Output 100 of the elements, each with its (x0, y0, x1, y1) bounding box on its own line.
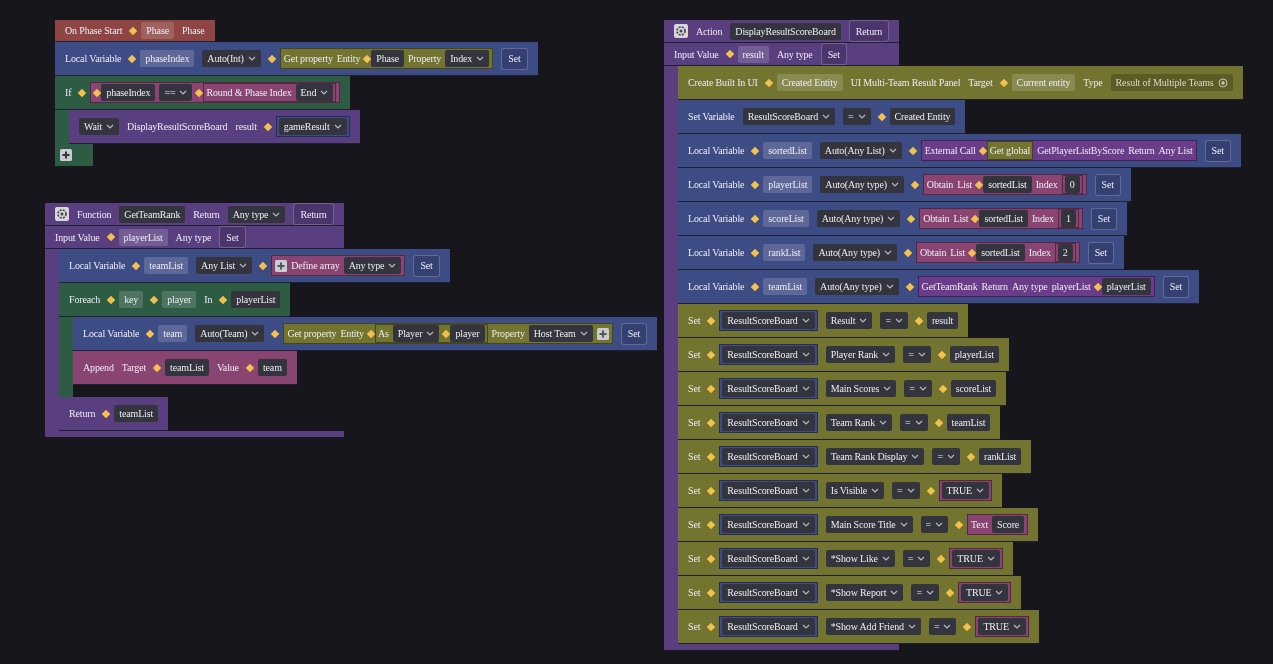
dropdown[interactable]: Auto(Team) (195, 325, 265, 342)
dropdown[interactable]: Auto(Int) (202, 50, 261, 67)
set-button[interactable]: Return (293, 203, 334, 225)
variable-field[interactable]: team (158, 325, 188, 342)
set-button[interactable]: Set (620, 322, 648, 345)
dropdown[interactable]: ResultScoreBoard (742, 108, 835, 125)
dropdown[interactable]: ResultScoreBoard (722, 618, 815, 635)
dropdown[interactable]: Any type (343, 257, 402, 274)
dropdown[interactable]: Auto(Any type) (815, 278, 899, 295)
dropdown[interactable]: = (902, 550, 931, 567)
set-button[interactable]: Set (1162, 275, 1190, 298)
dropdown[interactable]: ResultScoreBoard (722, 448, 815, 465)
dropdown[interactable]: TRUE (952, 550, 1000, 567)
value-field[interactable]: teamList (114, 405, 159, 422)
dropdown[interactable]: ResultScoreBoard (722, 380, 815, 397)
set-button[interactable]: Set (1090, 207, 1118, 230)
dropdown[interactable]: Result of Multiple Teams (1110, 74, 1233, 91)
value-field[interactable]: 2 (1057, 244, 1073, 261)
value-field[interactable]: sortedList (979, 210, 1028, 227)
dropdown[interactable]: = (900, 414, 928, 431)
dropdown[interactable]: *Show Add Friend (825, 618, 921, 635)
set-button[interactable]: Set (1087, 241, 1114, 264)
variable-field[interactable]: playerList (118, 228, 168, 246)
value-field[interactable]: Phase (371, 50, 404, 67)
dropdown[interactable]: = (911, 584, 939, 601)
set-button[interactable]: Set (501, 47, 528, 70)
dropdown[interactable]: Index (445, 50, 490, 67)
value-field[interactable]: player (450, 325, 485, 342)
value-field[interactable]: playerList (231, 291, 281, 308)
dropdown[interactable]: End (295, 84, 334, 101)
dropdown[interactable]: TRUE (960, 584, 1009, 601)
variable-field[interactable]: rankList (763, 244, 806, 261)
dropdown[interactable]: Main Score Title (825, 516, 913, 533)
dropdown[interactable]: ResultScoreBoard (722, 550, 815, 567)
dropdown[interactable]: TRUE (978, 618, 1026, 635)
dropdown[interactable]: gameResult (278, 118, 347, 135)
dropdown[interactable]: ResultScoreBoard (722, 312, 815, 329)
variable-field[interactable]: player (162, 291, 197, 308)
plus-icon[interactable] (596, 327, 609, 340)
dropdown[interactable]: Auto(Any List) (819, 142, 902, 159)
dropdown[interactable]: = (843, 108, 871, 125)
variable-field[interactable]: phaseIndex (140, 50, 195, 67)
variable-field[interactable]: scoreList (763, 210, 809, 227)
dropdown[interactable]: Host Team (528, 325, 593, 342)
dropdown[interactable]: Wait (79, 118, 120, 135)
value-field[interactable]: GetTeamRank (119, 205, 186, 223)
value-field[interactable]: Score (992, 516, 1025, 533)
dropdown[interactable]: Team Rank Display (825, 448, 925, 465)
gear-icon[interactable] (674, 24, 688, 38)
value-field[interactable]: Created Entity (889, 108, 956, 125)
value-field[interactable]: sortedList (983, 176, 1032, 193)
dropdown[interactable]: Main Scores (825, 380, 897, 397)
value-field[interactable]: sortedList (976, 244, 1025, 261)
value-field[interactable]: result (926, 312, 959, 329)
dropdown[interactable]: Any type (227, 205, 286, 223)
dropdown[interactable]: Player (392, 325, 440, 342)
set-button[interactable]: Set (413, 254, 440, 277)
value-field[interactable]: teamList (946, 414, 991, 431)
variable-field[interactable]: result (737, 45, 769, 63)
dropdown[interactable]: *Show Like (825, 550, 895, 567)
value-field[interactable]: teamList (165, 359, 209, 376)
variable-field[interactable]: sortedList (763, 142, 812, 159)
dropdown[interactable]: == (159, 84, 193, 101)
dropdown[interactable]: Is Visible (825, 482, 885, 499)
dropdown[interactable]: *Show Report (825, 584, 904, 601)
set-button[interactable]: Set (219, 226, 246, 248)
dropdown[interactable]: = (903, 346, 931, 363)
dropdown[interactable]: ResultScoreBoard (722, 346, 815, 363)
dropdown[interactable]: ResultScoreBoard (722, 482, 815, 499)
dropdown[interactable]: = (880, 312, 908, 329)
value-field[interactable]: phaseIndex (101, 84, 156, 101)
dropdown[interactable]: ResultScoreBoard (722, 516, 815, 533)
dropdown[interactable]: Auto(Any type) (820, 176, 904, 193)
dropdown[interactable]: = (920, 516, 949, 533)
value-field[interactable]: 1 (1060, 210, 1076, 227)
value-field[interactable]: team (257, 359, 287, 376)
dropdown[interactable]: Any List (196, 257, 253, 274)
plus-icon[interactable] (60, 149, 72, 161)
variable-field[interactable]: teamList (763, 278, 808, 295)
value-field[interactable]: scoreList (950, 380, 997, 397)
set-button[interactable]: Return (848, 20, 890, 42)
dropdown[interactable]: = (904, 380, 932, 397)
variable-field[interactable]: Phase (141, 22, 174, 39)
value-field[interactable]: rankList (978, 448, 1022, 465)
dropdown[interactable]: TRUE (941, 482, 990, 499)
plus-icon[interactable] (275, 259, 288, 272)
set-button[interactable]: Set (820, 43, 847, 65)
value-field[interactable]: DisplayResultScoreBoard (730, 22, 841, 40)
variable-field[interactable]: key (119, 291, 144, 308)
dropdown[interactable]: Auto(Any type) (813, 244, 897, 261)
dropdown[interactable]: = (892, 482, 920, 499)
dropdown[interactable]: ResultScoreBoard (722, 414, 815, 431)
dropdown[interactable]: Auto(Any type) (816, 210, 901, 227)
dropdown[interactable]: = (932, 448, 960, 465)
dropdown[interactable]: Result (825, 312, 873, 329)
dropdown[interactable]: Player Rank (825, 346, 896, 363)
variable-field[interactable]: teamList (144, 257, 189, 274)
dropdown[interactable]: Team Rank (825, 414, 893, 431)
value-field[interactable]: 0 (1064, 176, 1080, 193)
dropdown[interactable]: = (928, 618, 957, 635)
